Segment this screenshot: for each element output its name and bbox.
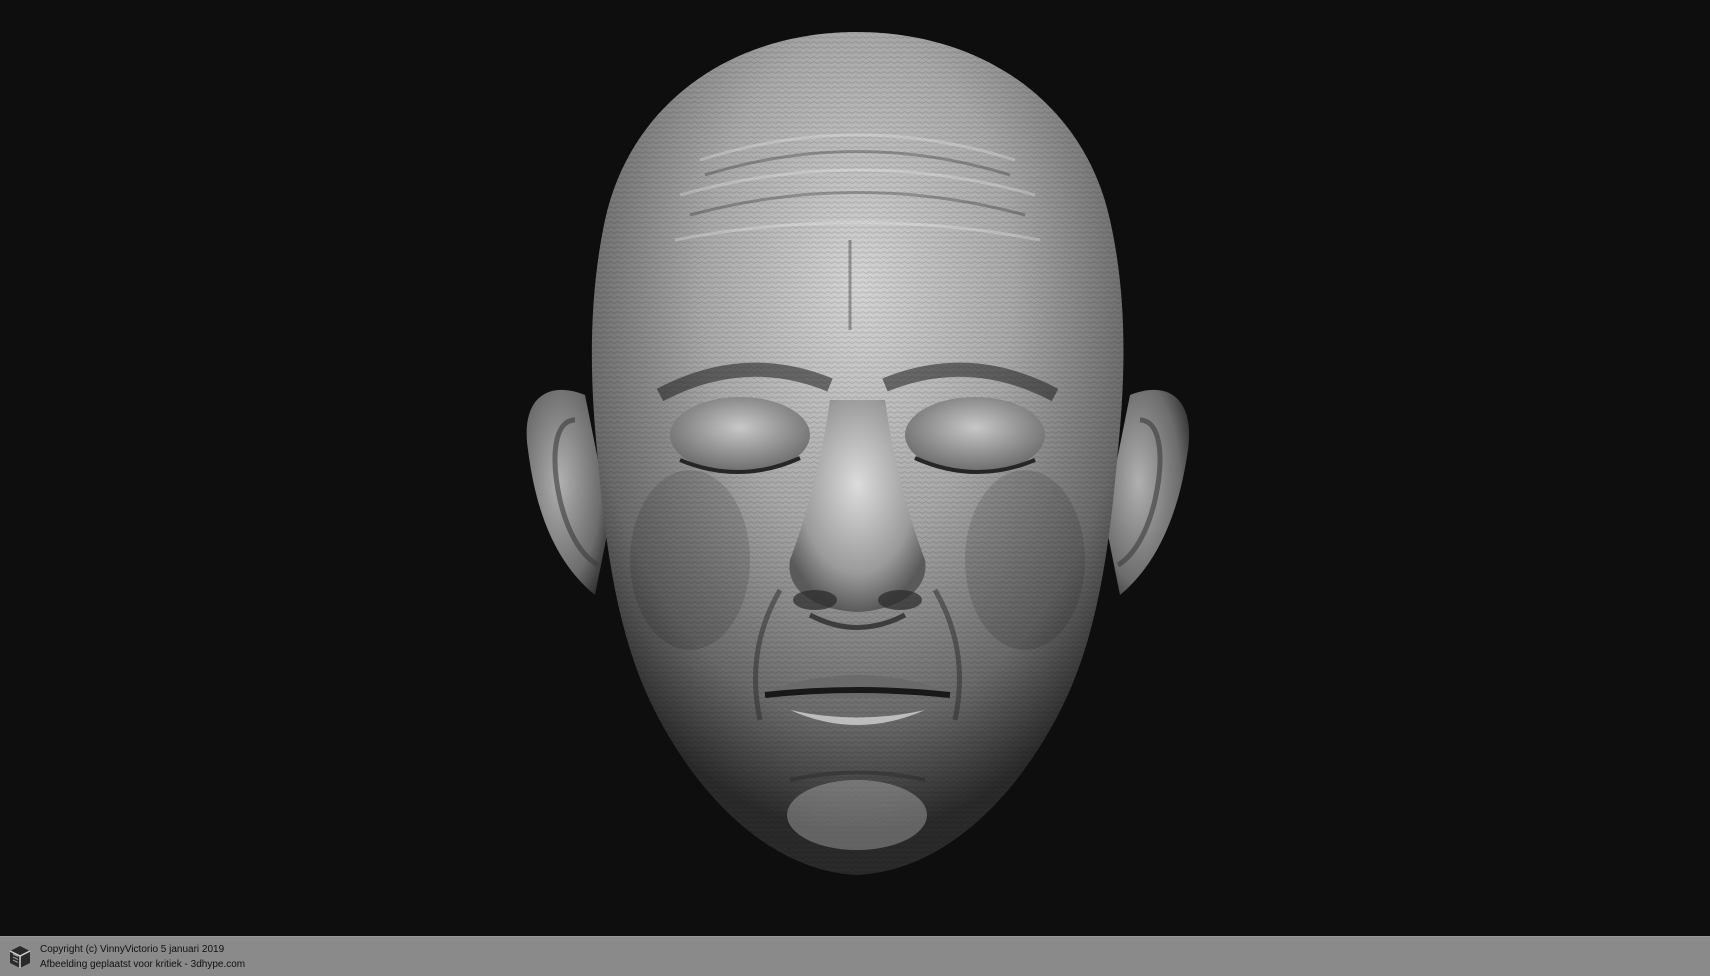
right-eye-closed — [905, 397, 1045, 474]
left-eye-closed — [670, 397, 810, 474]
3dhype-cube-logo-icon — [9, 946, 31, 968]
chin — [787, 780, 927, 850]
render-viewport — [0, 0, 1710, 936]
watermark-bar: Copyright (c) VinnyVictorio 5 januari 20… — [0, 936, 1710, 976]
sculpted-head — [526, 32, 1190, 875]
copyright-line: Copyright (c) VinnyVictorio 5 januari 20… — [40, 944, 225, 955]
watermark-text: Copyright (c) VinnyVictorio 5 januari 20… — [40, 942, 245, 972]
posted-line: Afbeelding geplaatst voor kritiek - 3dhy… — [40, 959, 246, 970]
